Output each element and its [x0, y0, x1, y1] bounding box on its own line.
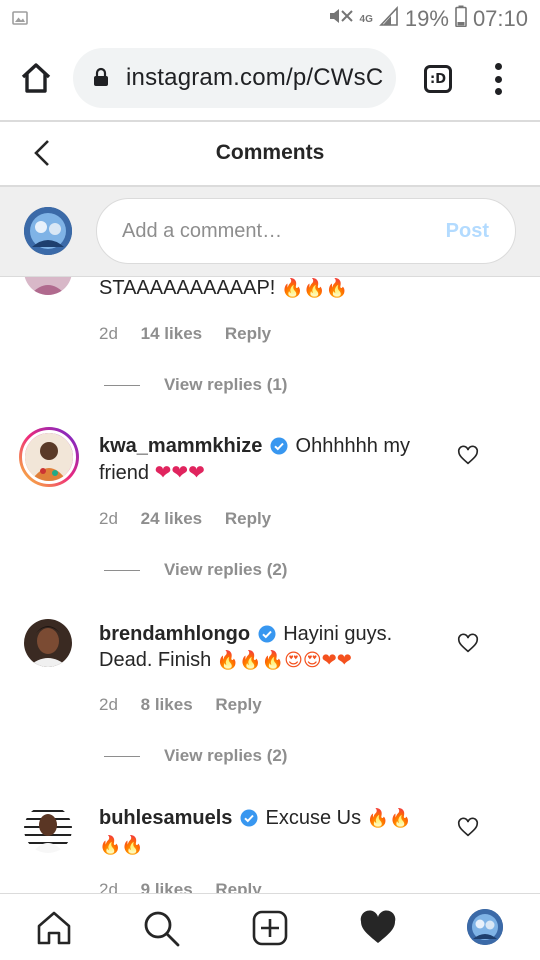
battery-percent: 19% — [404, 6, 449, 31]
nav-activity-button[interactable] — [358, 908, 398, 948]
likes-count[interactable]: 8 likes — [141, 695, 193, 714]
comment-username[interactable]: kwa_mammkhize — [99, 435, 262, 457]
avatar — [24, 277, 72, 295]
activity-heart-icon — [360, 910, 396, 943]
reply-button[interactable]: Reply — [215, 880, 261, 893]
avatar — [24, 207, 72, 255]
verified-badge-icon — [240, 809, 258, 827]
lock-icon — [93, 67, 109, 92]
status-bar: 4G 19% 07:10 — [0, 0, 540, 38]
comment-time: 2d — [99, 880, 118, 893]
status-indicators: 4G 19% 07:10 — [328, 5, 528, 33]
view-replies-button[interactable]: View replies (2) — [104, 746, 287, 766]
reply-button[interactable]: Reply — [215, 695, 261, 714]
comments-list: STAAAAAAAAAAP! 🔥🔥🔥 2d 14 likes Reply Vie… — [0, 277, 540, 893]
likes-count[interactable]: 9 likes — [141, 880, 193, 893]
likes-count[interactable]: 24 likes — [141, 509, 202, 528]
search-icon — [144, 911, 180, 947]
verified-badge-icon — [270, 437, 288, 455]
browser-toolbar: instagram.com/p/CWsC :D — [0, 38, 540, 120]
heart-outline-icon[interactable] — [457, 633, 479, 655]
avatar[interactable] — [24, 805, 72, 853]
reply-button[interactable]: Reply — [225, 324, 271, 343]
comment-text: STAAAAAAAAAAP! 🔥🔥🔥 — [99, 277, 349, 299]
heart-outline-icon[interactable] — [457, 817, 479, 839]
comment-meta: 2d 9 likes Reply — [99, 880, 262, 893]
fire-emoji: 🔥🔥 — [366, 808, 412, 829]
comment-time: 2d — [99, 509, 118, 528]
emoji-sequence: 🔥🔥🔥😍😍❤❤ — [216, 650, 352, 671]
comment-meta: 2d 14 likes Reply — [99, 324, 271, 344]
heart-emoji: ❤❤❤ — [154, 460, 205, 484]
avatar[interactable] — [24, 619, 72, 667]
post-button[interactable]: Post — [446, 220, 489, 243]
comment-username[interactable]: brendamhlongo — [99, 623, 250, 645]
likes-count[interactable]: 14 likes — [141, 324, 202, 343]
comment-time: 2d — [99, 324, 118, 343]
battery-icon — [455, 5, 467, 33]
fire-emoji: 🔥🔥 — [99, 835, 144, 856]
comment-meta: 2d 8 likes Reply — [99, 695, 262, 715]
comment-text: brendamhlongo Hayini guys. Dead. Finish … — [99, 623, 393, 671]
comment-meta: 2d 24 likes Reply — [99, 509, 271, 529]
tab-switcher-icon[interactable]: :D — [424, 65, 452, 93]
comment-time: 2d — [99, 695, 118, 714]
comment-text: buhlesamuels Excuse Us 🔥🔥 🔥🔥 — [99, 807, 412, 856]
home-icon — [37, 911, 71, 945]
reply-button[interactable]: Reply — [225, 509, 271, 528]
comment-composer: Add a comment… Post — [0, 187, 540, 277]
page-title: Comments — [215, 141, 325, 164]
nav-home-button[interactable] — [34, 908, 74, 948]
home-icon — [21, 63, 51, 93]
fire-emoji: 🔥🔥🔥 — [280, 278, 349, 299]
image-icon — [12, 11, 28, 30]
new-post-icon — [252, 910, 288, 946]
bottom-nav — [0, 893, 540, 960]
comments-header: Comments — [0, 122, 540, 185]
replies-divider — [104, 756, 140, 758]
mute-icon — [328, 6, 354, 32]
address-bar[interactable]: instagram.com/p/CWsC — [73, 48, 396, 108]
app-screen: 4G 19% 07:10 instagram.com/p/CWsC :D Com… — [0, 0, 540, 960]
url-text: instagram.com/p/CWsC — [126, 64, 384, 91]
heart-outline-icon[interactable] — [457, 445, 479, 467]
signal-icon — [379, 5, 399, 32]
clock: 07:10 — [472, 6, 528, 31]
comment-input[interactable]: Add a comment… Post — [96, 198, 516, 264]
comment-username[interactable]: buhlesamuels — [99, 807, 232, 829]
verified-badge-icon — [258, 625, 276, 643]
view-replies-button[interactable]: View replies (1) — [104, 375, 287, 395]
replies-divider — [104, 570, 140, 572]
view-replies-button[interactable]: View replies (2) — [104, 560, 287, 580]
browser-home-button[interactable] — [18, 60, 54, 96]
network-type: 4G — [359, 13, 373, 25]
replies-divider — [104, 385, 140, 387]
profile-avatar[interactable] — [467, 909, 503, 945]
avatar[interactable] — [19, 427, 79, 487]
overflow-menu-icon[interactable] — [488, 63, 508, 95]
nav-new-post-button[interactable] — [250, 908, 290, 948]
comment-text: kwa_mammkhize Ohhhhhh my friend ❤❤❤ — [99, 435, 411, 484]
comment-placeholder: Add a comment… — [122, 220, 283, 242]
nav-search-button[interactable] — [141, 908, 181, 948]
